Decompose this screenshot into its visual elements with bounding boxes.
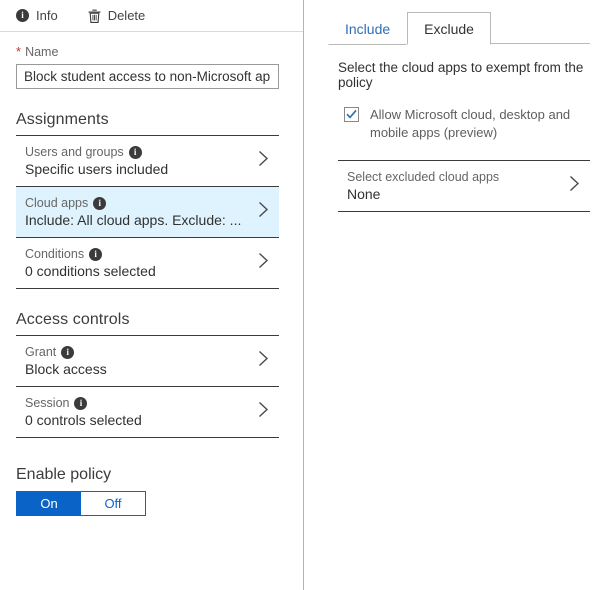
conditions-value: 0 conditions selected: [25, 263, 156, 279]
command-toolbar: i Info Delete: [0, 0, 303, 32]
conditional-access-policy-page: i Info Delete * Name Block student acces…: [0, 0, 605, 590]
info-circle-icon[interactable]: i: [93, 196, 107, 210]
info-circle-icon[interactable]: i: [74, 396, 88, 410]
chevron-right-icon: [258, 150, 273, 172]
enable-policy-off-option[interactable]: Off: [81, 492, 145, 515]
session-label: Session: [25, 396, 70, 410]
assignments-row-cloud-apps[interactable]: Cloud apps i Include: All cloud apps. Ex…: [16, 187, 279, 238]
select-excluded-cloud-apps-label: Select excluded cloud apps: [347, 170, 500, 184]
info-button[interactable]: i Info: [14, 6, 60, 25]
delete-button[interactable]: Delete: [86, 6, 148, 25]
enable-policy-block: Enable policy On Off: [0, 466, 303, 516]
delete-button-label: Delete: [107, 8, 146, 23]
chevron-right-icon: [258, 252, 273, 274]
assignments-row-users-and-groups[interactable]: Users and groups i Specific users includ…: [16, 136, 279, 187]
grant-value: Block access: [25, 361, 107, 377]
name-label-text: Name: [25, 45, 59, 59]
grant-label: Grant: [25, 345, 57, 359]
row-label: Users and groups i: [25, 145, 168, 159]
conditions-label: Conditions: [25, 247, 85, 261]
allow-microsoft-apps-checkbox-row[interactable]: Allow Microsoft cloud, desktop and mobil…: [344, 106, 590, 142]
enable-policy-on-option[interactable]: On: [17, 492, 81, 515]
chevron-right-icon: [258, 201, 273, 223]
name-input[interactable]: [16, 64, 279, 89]
row-texts: Select excluded cloud apps None: [347, 170, 499, 202]
access-controls-row-session[interactable]: Session i 0 controls selected: [16, 387, 279, 438]
row-label: Session i: [25, 396, 142, 410]
cloud-apps-right-pane: Include Exclude Select the cloud apps to…: [304, 0, 605, 590]
session-value: 0 controls selected: [25, 412, 142, 428]
trash-icon: [88, 9, 101, 23]
chevron-right-icon: [258, 401, 273, 423]
policy-left-pane: i Info Delete * Name Block student acces…: [0, 0, 304, 590]
exclude-description: Select the cloud apps to exempt from the…: [338, 60, 584, 90]
row-texts: Users and groups i Specific users includ…: [25, 145, 168, 177]
row-label: Cloud apps i: [25, 196, 241, 210]
row-label: Conditions i: [25, 247, 156, 261]
assignments-section: Assignments Users and groups i Specific …: [0, 111, 303, 289]
name-field-block: * Name: [0, 32, 303, 89]
tab-include[interactable]: Include: [328, 12, 408, 45]
name-field-label: * Name: [16, 45, 287, 59]
row-label: Grant i: [25, 345, 107, 359]
select-excluded-cloud-apps-value: None: [347, 186, 381, 202]
assignments-title: Assignments: [16, 111, 109, 128]
allow-microsoft-apps-label: Allow Microsoft cloud, desktop and mobil…: [370, 107, 571, 140]
info-circle-icon: i: [16, 9, 29, 22]
enable-policy-toggle[interactable]: On Off: [16, 491, 146, 516]
info-circle-icon[interactable]: i: [89, 247, 103, 261]
tab-exclude[interactable]: Exclude: [407, 12, 491, 45]
cloud-apps-value: Include: All cloud apps. Exclude: ...: [25, 212, 242, 228]
assignments-row-conditions[interactable]: Conditions i 0 conditions selected: [16, 238, 279, 289]
access-controls-section: Access controls Grant i Block access Ses…: [0, 311, 303, 438]
select-excluded-cloud-apps-row[interactable]: Select excluded cloud apps None: [338, 161, 590, 212]
users-and-groups-value: Specific users included: [25, 161, 169, 177]
required-asterisk: *: [16, 44, 22, 59]
access-controls-title: Access controls: [16, 311, 130, 328]
row-texts: Grant i Block access: [25, 345, 107, 377]
row-texts: Cloud apps i Include: All cloud apps. Ex…: [25, 196, 241, 228]
allow-microsoft-apps-checkbox[interactable]: [344, 107, 359, 122]
info-circle-icon[interactable]: i: [128, 145, 142, 159]
cloud-apps-tabs: Include Exclude: [328, 0, 590, 45]
cloud-apps-label: Cloud apps: [25, 196, 89, 210]
row-texts: Session i 0 controls selected: [25, 396, 142, 428]
info-button-label: Info: [36, 8, 58, 23]
tabs-filler: [490, 42, 590, 44]
users-and-groups-label: Users and groups: [25, 145, 124, 159]
enable-policy-title: Enable policy: [16, 466, 112, 483]
row-texts: Conditions i 0 conditions selected: [25, 247, 156, 279]
chevron-right-icon: [569, 175, 584, 197]
chevron-right-icon: [258, 350, 273, 372]
info-circle-icon[interactable]: i: [61, 345, 75, 359]
access-controls-row-grant[interactable]: Grant i Block access: [16, 336, 279, 387]
